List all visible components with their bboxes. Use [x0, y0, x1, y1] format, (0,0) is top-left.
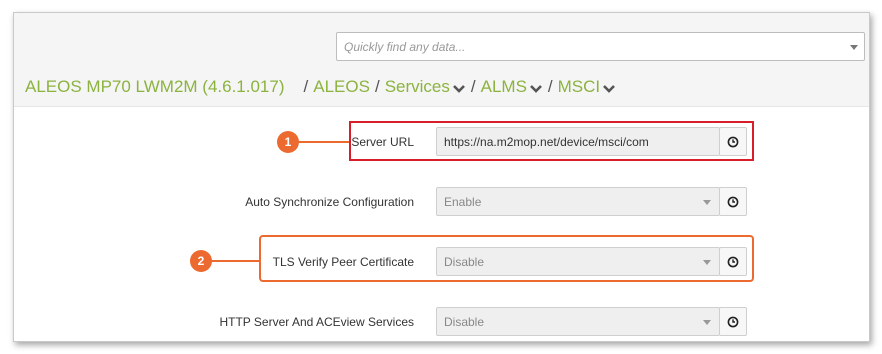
- callout-2-badge: 2: [190, 250, 212, 272]
- chevron-down-icon[interactable]: [703, 320, 711, 325]
- breadcrumb-separator: /: [547, 77, 553, 96]
- breadcrumb-alms[interactable]: ALMS: [481, 77, 543, 97]
- breadcrumb-aleos[interactable]: ALEOS: [313, 77, 370, 97]
- http-server-value[interactable]: Disable: [444, 315, 484, 329]
- clock-icon: [727, 316, 739, 328]
- search-box[interactable]: [336, 32, 865, 61]
- auto-sync-select[interactable]: Enable: [436, 187, 720, 216]
- chevron-down-icon[interactable]: [529, 84, 543, 94]
- callout-2-highlight: [259, 235, 754, 282]
- callout-1-highlight: [349, 121, 754, 161]
- breadcrumb-separator: /: [374, 77, 380, 96]
- http-server-history-button[interactable]: [719, 307, 747, 336]
- clock-icon: [727, 196, 739, 208]
- http-server-select[interactable]: Disable: [436, 307, 720, 336]
- callout-1-badge: 1: [277, 131, 299, 153]
- chevron-down-icon[interactable]: [452, 84, 466, 94]
- breadcrumb-aleos-label[interactable]: ALEOS: [313, 77, 370, 97]
- breadcrumb-services-label[interactable]: Services: [385, 77, 450, 97]
- auto-sync-history-button[interactable]: [719, 187, 747, 216]
- http-server-label: HTTP Server And ACEview Services: [219, 315, 414, 329]
- callout-1-connector: [299, 141, 349, 143]
- chevron-down-icon[interactable]: [703, 200, 711, 205]
- search-input[interactable]: [337, 33, 864, 60]
- breadcrumb-msci[interactable]: MSCI: [558, 77, 617, 97]
- breadcrumb-services[interactable]: Services: [385, 77, 466, 97]
- breadcrumb-alms-label[interactable]: ALMS: [481, 77, 527, 97]
- page-frame: ALEOS MP70 LWM2M (4.6.1.017) / ALEOS / S…: [13, 12, 870, 342]
- search-dropdown-icon[interactable]: [850, 45, 858, 50]
- breadcrumb-separator: /: [303, 77, 309, 96]
- breadcrumb-msci-label[interactable]: MSCI: [558, 77, 601, 97]
- breadcrumb-device-title: ALEOS MP70 LWM2M (4.6.1.017): [25, 77, 285, 96]
- breadcrumb-separator: /: [470, 77, 476, 96]
- header-band: ALEOS MP70 LWM2M (4.6.1.017) / ALEOS / S…: [14, 13, 869, 107]
- auto-sync-value[interactable]: Enable: [444, 195, 481, 209]
- chevron-down-icon[interactable]: [602, 84, 616, 94]
- breadcrumb: ALEOS MP70 LWM2M (4.6.1.017) / ALEOS / S…: [25, 75, 616, 99]
- auto-sync-label: Auto Synchronize Configuration: [245, 195, 414, 209]
- callout-2-connector: [210, 260, 259, 262]
